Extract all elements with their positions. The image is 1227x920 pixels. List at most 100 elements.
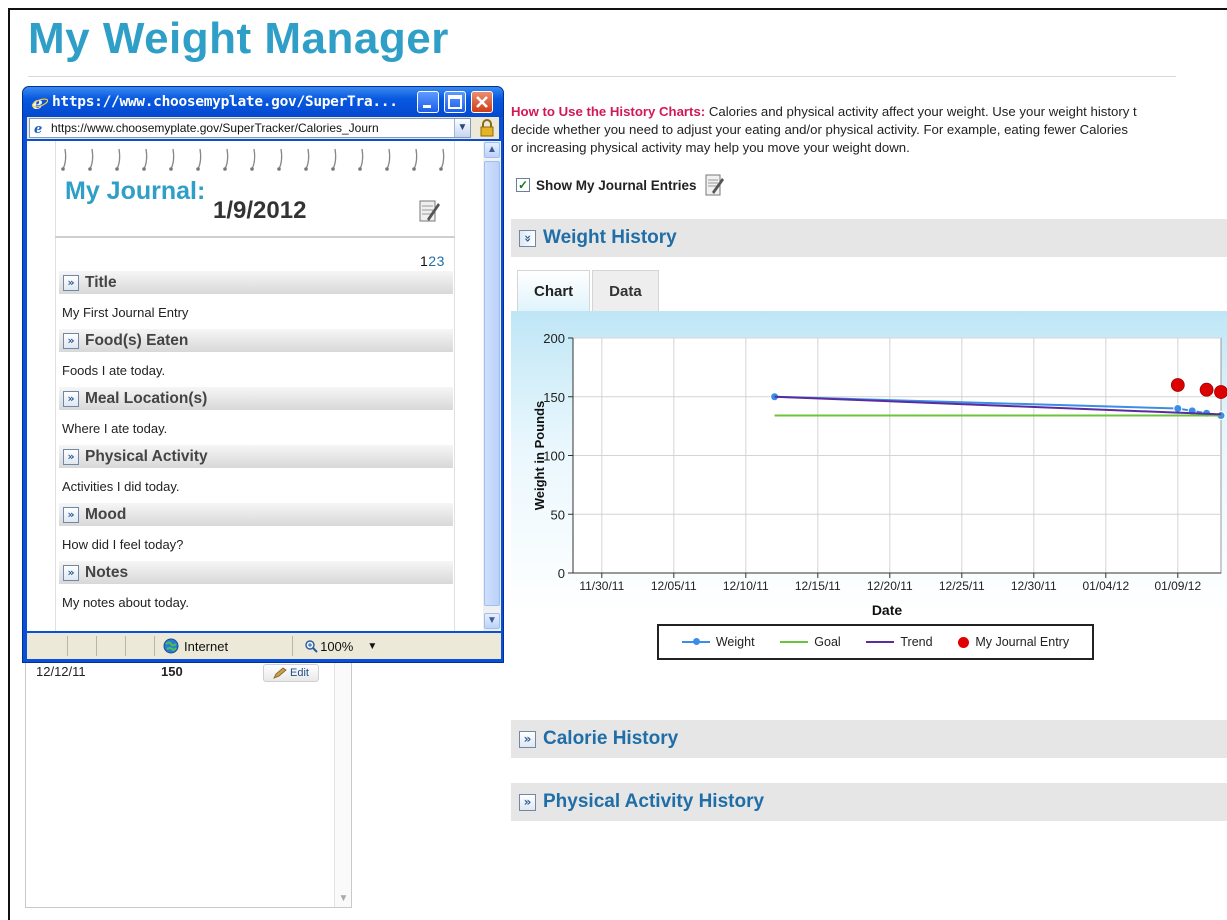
show-journal-entries-label: Show My Journal Entries — [536, 177, 697, 193]
journal-heading: Food(s) Eaten — [85, 331, 189, 349]
zoom-icon[interactable] — [305, 639, 318, 653]
popup-vertical-scrollbar[interactable]: ▲ ▼ — [483, 141, 501, 631]
legend-item-journal: My Journal Entry — [958, 635, 1069, 649]
legend-label-trend: Trend — [900, 635, 933, 649]
zoom-level[interactable]: 100% — [320, 639, 353, 654]
y-tick-label: 50 — [551, 507, 565, 522]
journal-date: 1/9/2012 — [213, 197, 307, 224]
y-tick-label: 0 — [558, 566, 565, 581]
expand-toggle-icon[interactable]: » — [63, 506, 79, 523]
journal-section-title[interactable]: » Title — [59, 271, 453, 294]
title-divider — [28, 76, 1176, 77]
expand-toggle-icon[interactable]: » — [63, 274, 79, 291]
section-weight-history-label[interactable]: Weight History — [543, 227, 677, 249]
scroll-down-icon[interactable]: ▼ — [337, 892, 350, 905]
legend-swatch-journal — [958, 636, 970, 648]
journal-section-mood[interactable]: » Mood — [59, 503, 453, 526]
popup-address-field[interactable]: e https://www.choosemyplate.gov/SuperTra… — [29, 118, 471, 138]
y-axis-title: Weight in Pounds — [532, 401, 547, 511]
section-activity-history[interactable]: » Physical Activity History — [511, 783, 1227, 821]
journal-notepad-icon — [419, 200, 440, 222]
howto-line-2: decide whether you need to adjust your e… — [511, 122, 1128, 137]
journal-entry-point — [1199, 382, 1214, 397]
journal-entry-point — [1214, 385, 1227, 399]
section-calorie-history[interactable]: » Calorie History — [511, 720, 1227, 758]
minimize-icon — [423, 105, 431, 108]
page-link-3[interactable]: 3 — [437, 253, 445, 269]
journal-heading: Title — [85, 273, 117, 291]
lock-icon[interactable] — [477, 118, 497, 138]
journal-section-physical-activity[interactable]: » Physical Activity — [59, 445, 453, 468]
legend-swatch-goal — [780, 641, 809, 643]
entry-date: 12/12/11 — [36, 664, 86, 679]
collapse-toggle-icon[interactable]: » — [519, 229, 536, 247]
status-zone-label: Internet — [184, 638, 229, 654]
show-journal-entries-checkbox[interactable]: ✓ — [516, 178, 530, 192]
show-journal-entries: ✓ Show My Journal Entries — [516, 172, 725, 198]
howto-line-3: or increasing physical activity may help… — [511, 140, 910, 155]
page-link-2[interactable]: 2 — [428, 253, 436, 269]
x-tick-label: 01/04/12 — [1082, 579, 1129, 593]
close-icon — [476, 96, 488, 108]
popup-address-bar: e https://www.choosemyplate.gov/SuperTra… — [27, 117, 499, 139]
expand-toggle-icon[interactable]: » — [63, 564, 79, 581]
maximize-button[interactable] — [444, 91, 466, 113]
x-tick-label: 01/09/12 — [1154, 579, 1201, 593]
journal-heading: Notes — [85, 563, 129, 581]
journal-heading: Mood — [85, 505, 127, 523]
journal-text: How did I feel today? — [62, 537, 184, 552]
expand-toggle-icon[interactable]: » — [519, 793, 536, 811]
tab-chart[interactable]: Chart — [517, 270, 591, 312]
section-calorie-history-label[interactable]: Calorie History — [543, 728, 678, 750]
howto-line-1: Calories and physical activity affect yo… — [705, 104, 1137, 119]
y-tick-label: 200 — [543, 331, 565, 346]
expand-toggle-icon[interactable]: » — [63, 390, 79, 407]
journal-section-notes[interactable]: » Notes — [59, 561, 453, 584]
expand-toggle-icon[interactable]: » — [63, 448, 79, 465]
spiral-binding — [61, 148, 445, 171]
journal-pager: 123 — [420, 253, 445, 269]
journal-title: My Journal: — [65, 177, 206, 205]
legend-label-goal: Goal — [814, 635, 841, 649]
popup-titlebar[interactable]: e https://www.choosemyplate.gov/SuperTra… — [23, 87, 503, 117]
expand-toggle-icon[interactable]: » — [63, 332, 79, 349]
popup-status-bar: Internet 100% ▼ — [27, 633, 501, 659]
popup-window-title: https://www.choosemyplate.gov/SuperTra..… — [52, 94, 398, 110]
edit-entry-button[interactable]: Edit — [263, 664, 319, 682]
journal-section-foods[interactable]: » Food(s) Eaten — [59, 329, 453, 352]
howto-lead: How to Use the History Charts: — [511, 104, 706, 119]
section-activity-history-label[interactable]: Physical Activity History — [543, 791, 764, 813]
journal-text: Where I ate today. — [62, 421, 168, 436]
journal-text: My First Journal Entry — [62, 305, 189, 320]
minimize-button[interactable] — [417, 91, 439, 113]
x-tick-label: 11/30/11 — [579, 579, 624, 593]
x-tick-label: 12/20/11 — [867, 579, 913, 593]
legend-swatch-trend — [866, 641, 895, 643]
legend-label-weight: Weight — [715, 635, 755, 649]
journal-section-meal-location[interactable]: » Meal Location(s) — [59, 387, 453, 410]
chart-tabs: Chart Data — [511, 270, 661, 312]
notepad-icon — [705, 174, 724, 196]
legend-item-goal: Goal — [780, 635, 841, 649]
howto-text: How to Use the History Charts: Calories … — [511, 103, 1227, 157]
journal-divider — [55, 236, 455, 238]
popup-address-text: https://www.choosemyplate.gov/SuperTrack… — [51, 121, 379, 135]
journal-text: Activities I did today. — [62, 479, 180, 494]
page-title: My Weight Manager — [28, 14, 449, 63]
journal-heading: Meal Location(s) — [85, 389, 208, 407]
expand-toggle-icon[interactable]: » — [519, 730, 536, 748]
page-ie-icon: e — [34, 122, 42, 135]
chart-legend: Weight Goal Trend My Journal Entry — [657, 624, 1094, 660]
x-tick-label: 12/05/11 — [651, 579, 697, 593]
scroll-down-icon[interactable]: ▼ — [484, 613, 500, 629]
tab-data[interactable]: Data — [592, 270, 659, 312]
address-dropdown-icon[interactable]: ▼ — [454, 119, 470, 137]
scroll-up-icon[interactable]: ▲ — [484, 142, 500, 158]
list-scrollbar[interactable]: ▼ — [334, 641, 351, 907]
journal-page: My Journal: 1/9/2012 123 » Title My Firs… — [27, 141, 501, 631]
scrollbar-thumb[interactable] — [484, 161, 500, 606]
svg-text:e: e — [34, 122, 42, 135]
section-weight-history[interactable]: » Weight History — [511, 219, 1227, 257]
close-button[interactable] — [471, 91, 493, 113]
zoom-dropdown-icon[interactable]: ▼ — [367, 641, 377, 652]
